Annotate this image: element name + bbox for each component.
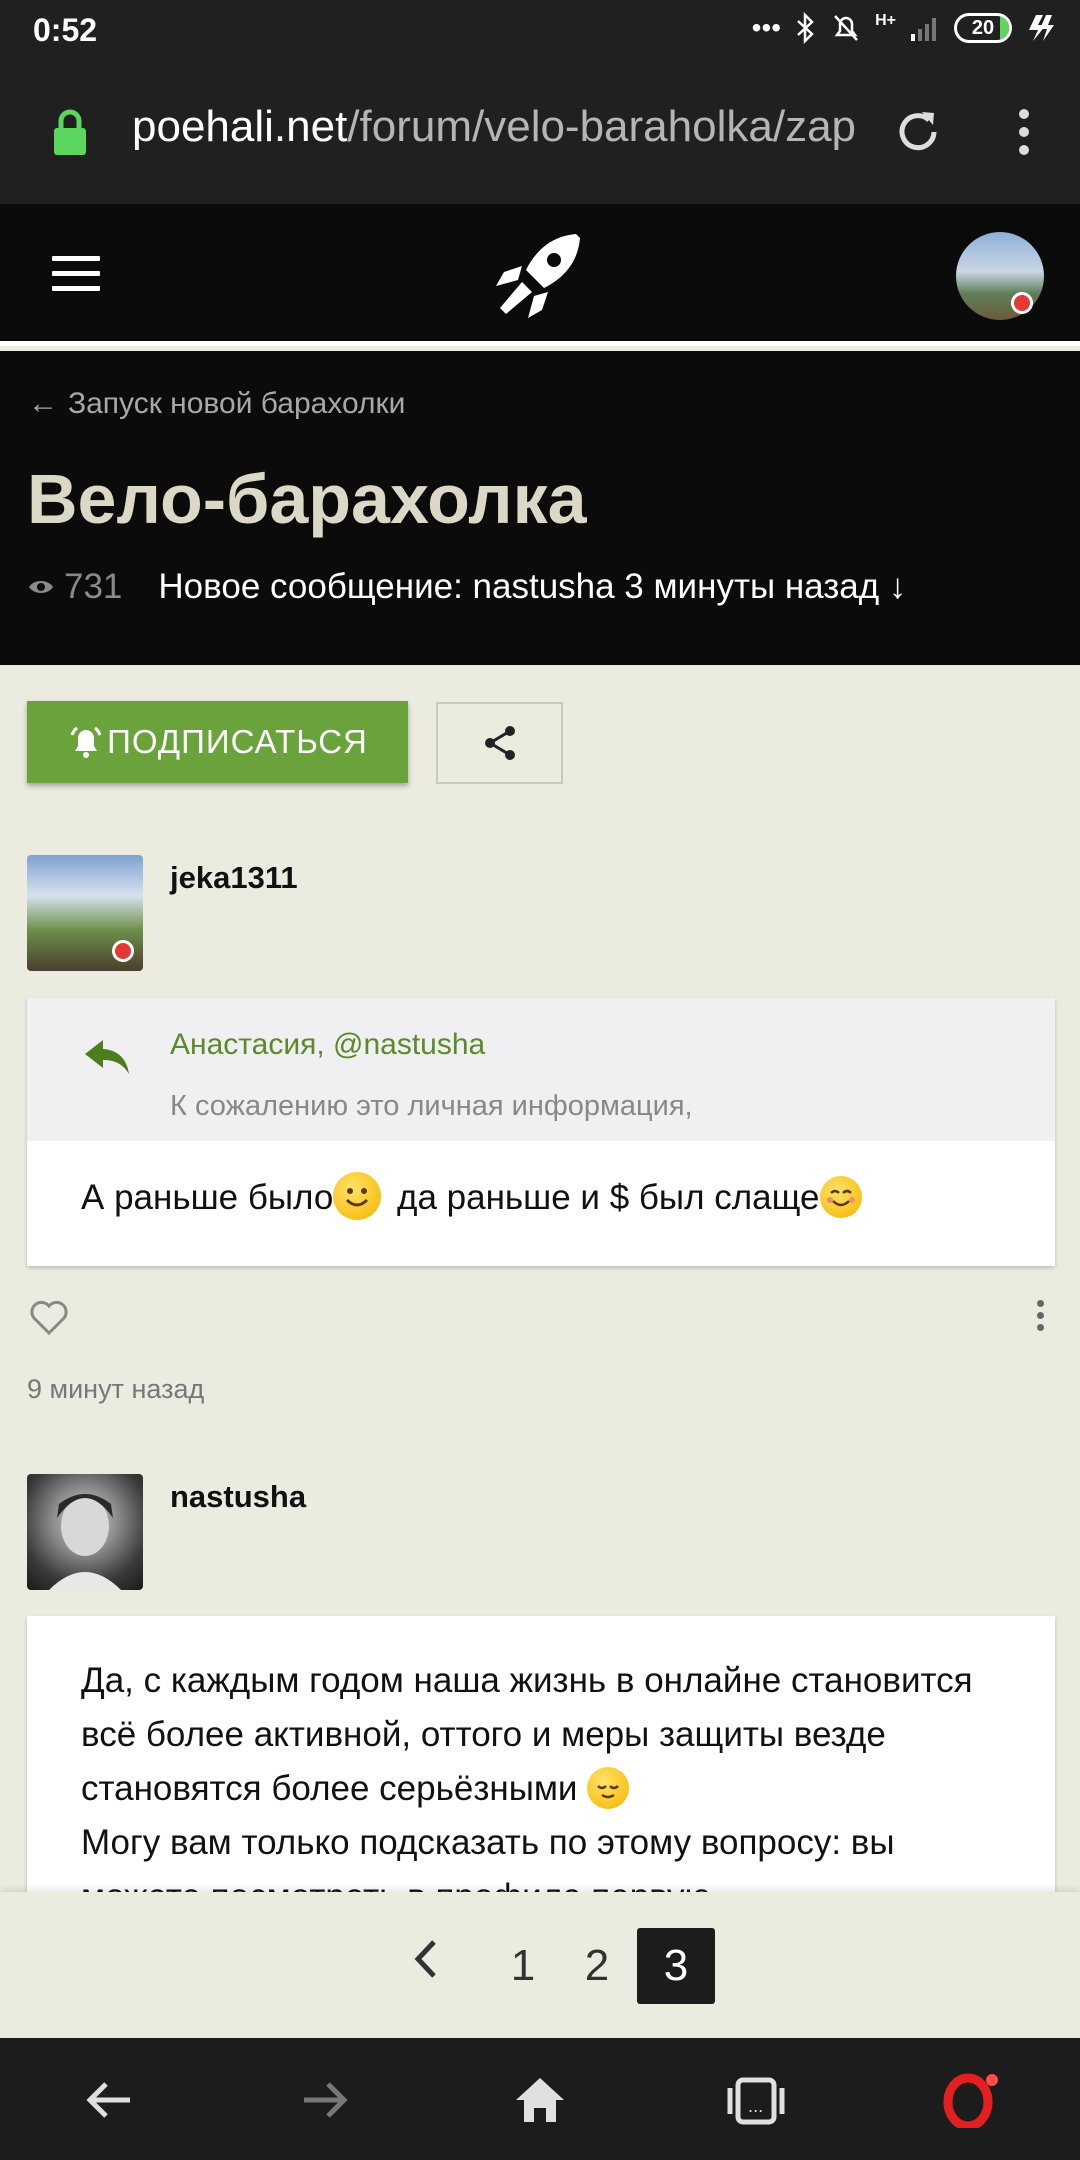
post-timestamp: 9 минут назад [27, 1374, 205, 1404]
new-message-link[interactable]: Новое сообщение: nastusha 3 минуты назад… [158, 567, 906, 607]
topic-meta: 731 Новое сообщение: nastusha 3 минуты н… [28, 567, 906, 607]
subscribe-button[interactable]: ПОДПИСАТЬСЯ [27, 701, 408, 783]
breadcrumb-label: Запуск новой барахолки [68, 387, 406, 420]
smile-emoji-icon [333, 1171, 382, 1220]
page-link-current[interactable]: 3 [637, 1928, 715, 2004]
share-icon [484, 726, 515, 760]
eye-icon [29, 581, 53, 593]
post-card: Анастасия, @nastusha К сожалению это лич… [27, 998, 1055, 1266]
quote-text: К сожалению это личная информация, [170, 1090, 693, 1122]
post-username[interactable]: nastusha [170, 1479, 306, 1515]
battery-icon: 20 [954, 13, 1012, 43]
lock-icon [54, 109, 86, 155]
prev-page-icon[interactable] [406, 1934, 446, 1984]
opera-menu-icon[interactable] [940, 2072, 1000, 2128]
post-body: Да, с каждым годом наша жизнь в онлайне … [81, 1661, 973, 1896]
tabs-icon[interactable]: ... [726, 2072, 786, 2128]
signal-icon [911, 18, 936, 41]
post-avatar[interactable] [27, 1474, 143, 1590]
bell-icon [70, 726, 102, 758]
status-bar: 0:52 ••• H+ 20 [0, 0, 1080, 62]
breadcrumb[interactable]: ← Запуск новой барахолки [28, 387, 405, 421]
site-header [0, 204, 1080, 346]
browser-menu-icon[interactable] [1008, 106, 1040, 158]
status-icons: ••• H+ 20 [752, 12, 1056, 44]
more-notifications-icon: ••• [751, 12, 782, 43]
like-heart-icon[interactable] [29, 1298, 69, 1336]
post-card: Да, с каждым годом наша жизнь в онлайне … [27, 1616, 1055, 1896]
status-time: 0:52 [33, 12, 98, 48]
browser-bottom-nav: ... [0, 2038, 1080, 2160]
online-status-dot [112, 940, 134, 962]
reply-icon [85, 1040, 129, 1074]
pagination: 1 2 3 [0, 1892, 1080, 2038]
view-count: 731 [28, 567, 122, 607]
mute-bell-icon [834, 15, 859, 41]
post-username[interactable]: jeka1311 [170, 860, 298, 896]
page-title: Вело-барахолка [27, 460, 587, 538]
quoted-message[interactable]: Анастасия, @nastusha К сожалению это лич… [27, 998, 1055, 1141]
topic-header: ← Запуск новой барахолки Вело-барахолка 7… [0, 351, 1080, 665]
blush-emoji-icon [819, 1175, 862, 1218]
home-icon[interactable] [510, 2072, 570, 2128]
forward-icon[interactable] [294, 2072, 354, 2128]
browser-url-bar: poehali.net/forum/velo-baraholka/zapus [0, 62, 1080, 204]
reload-icon[interactable] [892, 106, 944, 158]
post-menu-icon[interactable] [1037, 1300, 1047, 1332]
online-status-dot [1011, 292, 1033, 314]
page-link-2[interactable]: 2 [558, 1928, 636, 2004]
charging-icon [1029, 15, 1054, 41]
back-icon[interactable] [80, 2072, 140, 2128]
quote-author[interactable]: Анастасия, @nastusha [170, 1028, 485, 1062]
menu-icon[interactable] [52, 256, 100, 292]
relieved-emoji-icon [587, 1766, 630, 1809]
share-button[interactable] [436, 702, 563, 784]
address-field[interactable]: poehali.net/forum/velo-baraholka/zapus [132, 102, 858, 162]
post-actions [27, 1296, 1055, 1340]
page-link-1[interactable]: 1 [484, 1928, 562, 2004]
signal-network-label: H+ [875, 12, 896, 29]
rocket-logo-icon[interactable] [492, 226, 588, 322]
subscribe-label: ПОДПИСАТЬСЯ [107, 723, 368, 760]
svg-text:...: ... [748, 2097, 763, 2116]
back-arrow-icon: ← [28, 387, 58, 420]
bluetooth-icon [797, 12, 814, 44]
post-body: А раньше было да раньше и $ был слаще [81, 1171, 862, 1220]
